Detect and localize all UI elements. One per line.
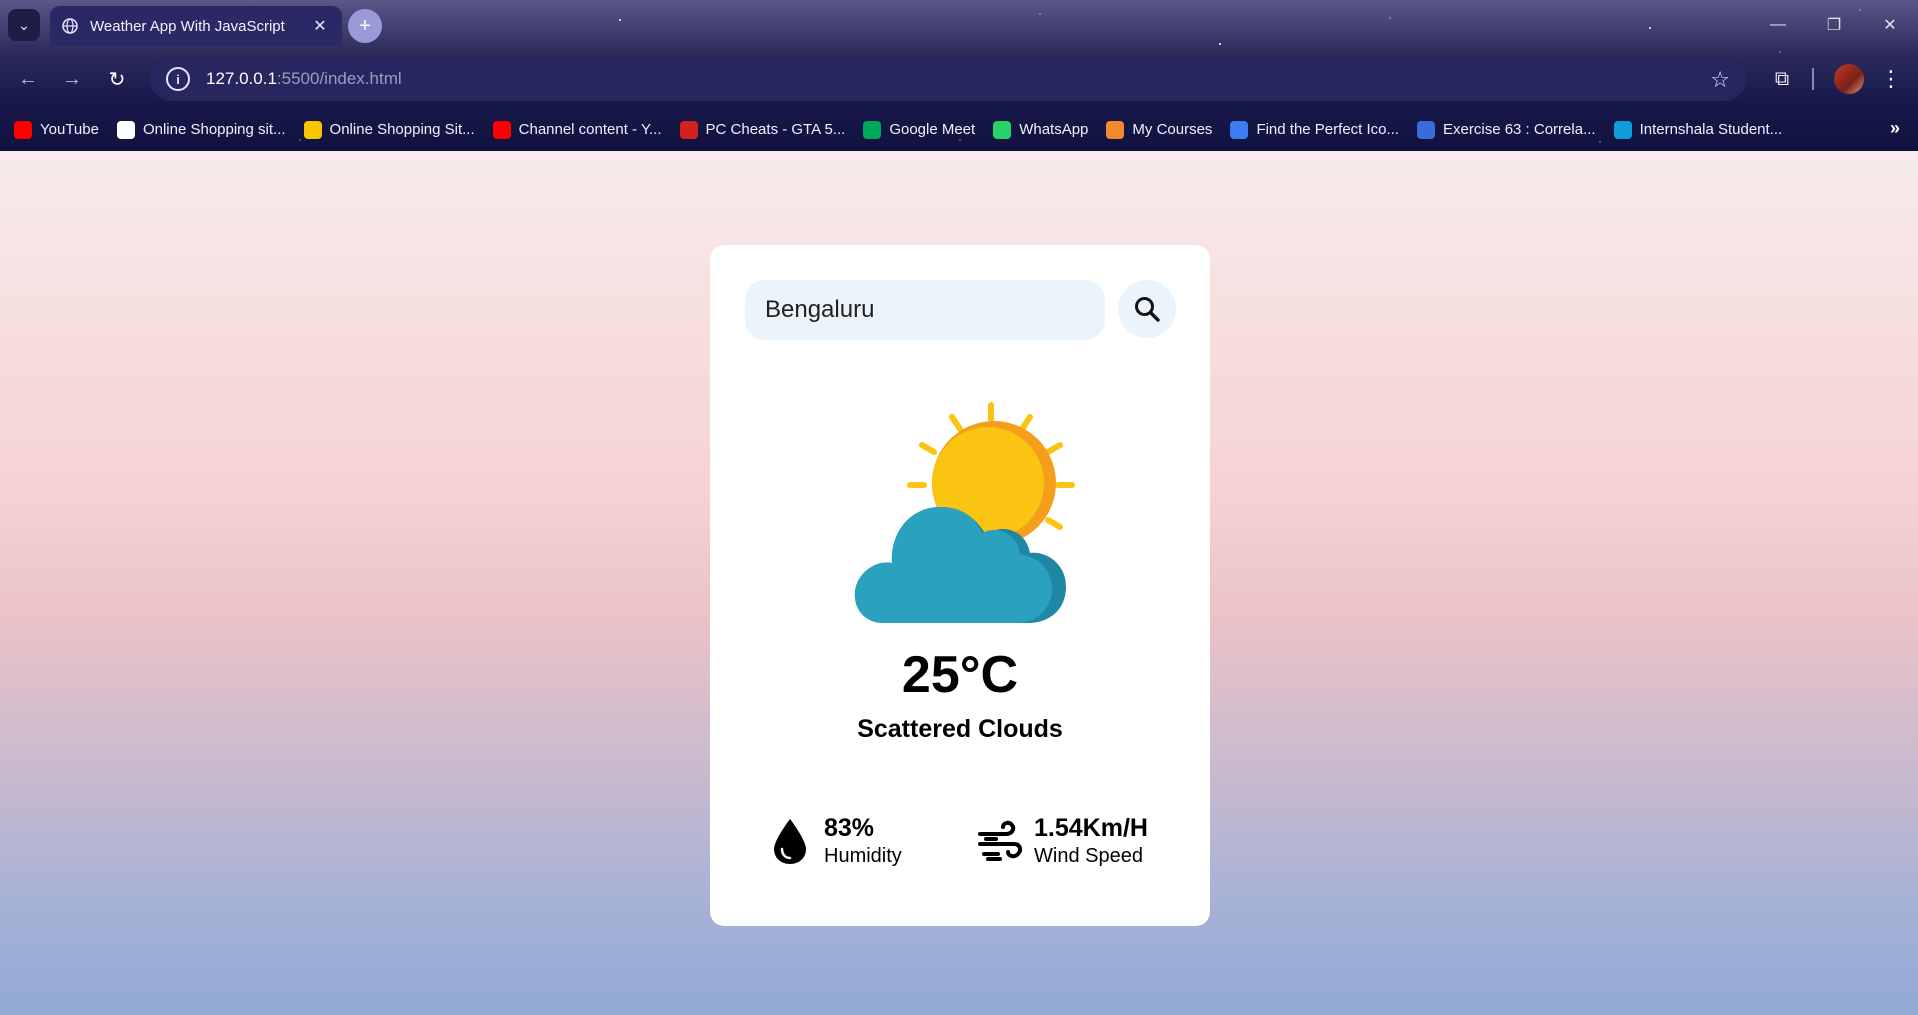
bookmark-label: Google Meet [889,121,976,138]
youtube-icon [14,120,32,139]
page-viewport: 25°C Scattered Clouds 83% Humidity [0,151,1918,1015]
whatsapp-icon [993,120,1012,139]
internshala-icon [1613,120,1632,139]
bookmark-item[interactable]: Online Shopping Sit... [303,120,475,139]
courses-icon [1106,120,1125,139]
back-button[interactable]: ← [12,63,44,95]
search-button[interactable] [1118,280,1176,338]
humidity-detail: 83% Humidity [768,813,902,869]
water-drop-icon [774,819,806,864]
bookmark-item[interactable]: Google Meet [863,120,976,139]
amazon-icon [116,120,135,139]
chevron-down-icon: ⌄ [18,16,30,33]
url-host: 127.0.0.1 [206,69,277,88]
wind-text: 1.54Km/H Wind Speed [1034,813,1148,869]
flag-icon [1230,120,1249,139]
bookmark-item[interactable]: Channel content - Y... [492,120,662,139]
browser-chrome: ⌄ Weather App With JavaScript ✕ + — ❐ ✕ … [0,0,1918,151]
arrow-right-icon: → [62,67,82,90]
bookmark-label: My Courses [1132,121,1213,138]
bookmark-item[interactable]: PC Cheats - GTA 5... [679,120,846,139]
humidity-value: 83% [824,814,875,842]
bookmark-label: YouTube [40,121,99,138]
address-bar[interactable]: i 127.0.0.1:5500/index.html ☆ [150,57,1746,101]
bookmark-item[interactable]: WhatsApp [993,120,1089,139]
bookmark-label: Online Shopping Sit... [329,121,475,138]
bookmark-label: Internshala Student... [1639,121,1783,138]
bookmark-label: PC Cheats - GTA 5... [705,121,846,138]
browser-toolbar: ← → ↻ i 127.0.0.1:5500/index.html ☆ ⧉ ⋮ [0,50,1918,108]
close-icon: ✕ [1883,17,1897,34]
extensions-button[interactable]: ⧉ [1766,63,1798,95]
globe-icon [62,18,78,34]
wind-detail: 1.54Km/H Wind Speed [978,813,1148,869]
toolbar-divider [1812,68,1814,90]
reload-icon: ↻ [108,68,126,91]
url-text: 127.0.0.1:5500/index.html [206,69,402,89]
youtube-studio-icon [492,120,511,139]
bookmark-item[interactable]: Find the Perfect Ico... [1230,120,1400,139]
bookmarks-overflow-icon[interactable]: » [1890,118,1900,139]
humidity-label: Humidity [824,845,902,867]
city-search-input[interactable] [745,280,1105,340]
google-meet-icon [863,120,882,139]
bookmark-label: WhatsApp [1019,121,1089,138]
restore-button[interactable]: ❐ [1806,0,1862,50]
flipkart-icon [303,120,322,139]
bookmark-item[interactable]: Internshala Student... [1613,120,1783,139]
site-info-icon[interactable]: i [166,67,190,91]
tab-title: Weather App With JavaScript [90,17,285,35]
forward-button[interactable]: → [56,63,88,95]
tab-strip: ⌄ Weather App With JavaScript ✕ + — ❐ ✕ [0,0,1918,50]
bookmark-item[interactable]: Online Shopping sit... [116,120,286,139]
weather-description: Scattered Clouds [857,715,1063,743]
active-tab[interactable]: Weather App With JavaScript ✕ [50,6,342,46]
bookmark-label: Online Shopping sit... [142,121,286,138]
browser-menu-button[interactable]: ⋮ [1876,63,1906,95]
gta-icon [679,120,698,139]
bookmark-item[interactable]: My Courses [1106,120,1213,139]
bookmark-label: Channel content - Y... [518,121,662,138]
minimize-button[interactable]: — [1750,0,1806,50]
restore-icon: ❐ [1826,17,1842,34]
minimize-icon: — [1770,16,1786,33]
new-tab-button[interactable]: + [348,9,382,43]
temperature: 25°C [901,646,1019,704]
bookmarks-bar: YouTube Online Shopping sit... Online Shop… [0,108,1918,151]
url-path: :5500/index.html [276,69,402,88]
close-window-button[interactable]: ✕ [1862,0,1918,50]
puzzle-icon: ⧉ [1774,67,1790,90]
arrow-left-icon: ← [18,67,38,90]
sun-behind-cloud-icon [854,402,1075,623]
close-tab-icon[interactable]: ✕ [310,16,330,36]
profile-avatar[interactable] [1834,64,1864,94]
search-icon [1135,297,1160,322]
plus-icon: + [359,14,371,37]
weather-card: 25°C Scattered Clouds 83% Humidity [710,245,1210,926]
bookmark-label: Find the Perfect Ico... [1256,121,1400,138]
wind-value: 1.54Km/H [1034,814,1148,842]
tab-search-button[interactable]: ⌄ [8,9,40,41]
wind-label: Wind Speed [1034,845,1143,867]
bookmark-star-icon[interactable]: ☆ [1710,67,1730,93]
bookmark-item[interactable]: Exercise 63 : Correla... [1417,120,1596,139]
exercise-icon [1417,120,1436,139]
bookmark-item[interactable]: YouTube [14,120,99,139]
bookmark-label: Exercise 63 : Correla... [1443,121,1596,138]
kebab-menu-icon: ⋮ [1880,66,1902,91]
wind-icon [978,820,1022,861]
reload-button[interactable]: ↻ [101,63,133,95]
humidity-text: 83% Humidity [824,813,902,869]
